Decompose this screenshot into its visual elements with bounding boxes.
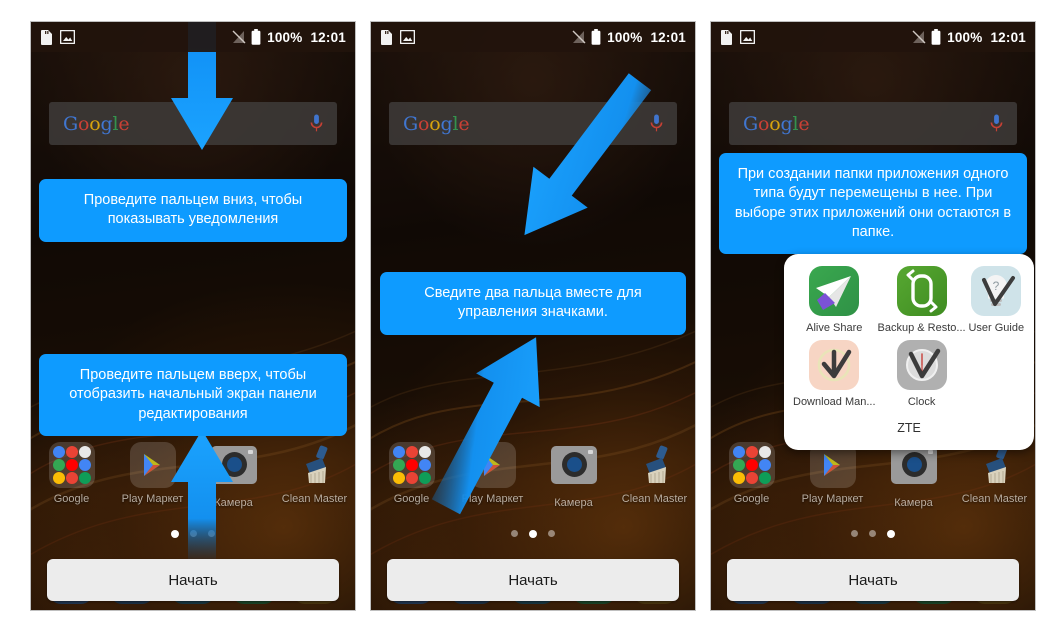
status-bar-clock: 12:01 [650, 29, 686, 45]
status-bar-left [380, 29, 415, 45]
sd-card-icon [381, 29, 392, 45]
tooltip-notifications: Проведите пальцем вниз, чтобы показывать… [39, 179, 347, 242]
arrow-down-left-icon [524, 73, 652, 236]
status-bar-clock: 12:01 [990, 29, 1026, 45]
folder-app-download-manager[interactable]: Download Man... [792, 340, 877, 408]
folder-popup: Alive Share Backup & Resto... ? User Gui… [784, 254, 1034, 450]
app-label: Play Маркет [801, 493, 864, 505]
tooltip-pinch-icons: Сведите два пальца вместе для управления… [380, 272, 686, 335]
status-bar-right: 100% 12:01 [232, 29, 346, 45]
app-clean-master[interactable]: Clean Master [954, 442, 1035, 509]
battery-full-icon [251, 29, 261, 45]
app-label: Google [53, 493, 90, 505]
arrow-up-right-icon [431, 337, 540, 515]
page-dot[interactable] [511, 530, 518, 537]
app-camera[interactable]: Камера [873, 442, 954, 509]
sd-card-icon [41, 29, 52, 45]
page-dot[interactable] [851, 530, 858, 537]
image-icon [400, 30, 415, 44]
folder-app-clock[interactable]: Clock [877, 340, 967, 408]
app-google-folder[interactable]: Google [711, 442, 792, 509]
app-label: Clean Master [621, 493, 688, 505]
folder-app-label: Download Man... [793, 396, 876, 408]
no-signal-icon [232, 30, 246, 44]
google-logo: Google [403, 112, 470, 135]
app-clean-master[interactable]: Clean Master [614, 442, 695, 509]
alive-share-icon [809, 266, 860, 316]
sd-card-icon [721, 29, 732, 45]
page-dot[interactable] [869, 530, 876, 537]
backup-restore-icon [896, 266, 947, 316]
google-search-bar[interactable]: Google [729, 102, 1017, 145]
clean-master-icon [292, 442, 338, 488]
app-label: Google [733, 493, 770, 505]
google-logo: Google [743, 112, 810, 135]
camera-icon [890, 446, 937, 492]
home-app-row: Google Play Маркет Камера Clean Master [711, 442, 1035, 509]
app-clean-master[interactable]: Clean Master [274, 442, 355, 509]
phone-screen-1: 100% 12:01 Google Google Play Маркет Кам… [31, 22, 355, 610]
battery-full-icon [591, 29, 601, 45]
app-label: Clean Master [281, 493, 348, 505]
folder-name[interactable]: ZTE [792, 408, 1026, 440]
start-button[interactable]: Начать [387, 559, 679, 601]
arrow-up-icon [171, 430, 233, 560]
tooltip-edit-panel: Проведите пальцем вверх, чтобы отобразит… [39, 354, 347, 436]
app-google-folder[interactable]: Google [31, 442, 112, 509]
app-label: Камера [894, 497, 933, 509]
battery-percent: 100% [947, 29, 983, 45]
user-guide-icon: ? [971, 266, 1022, 316]
status-bar-left [40, 29, 75, 45]
clean-master-icon [632, 442, 678, 488]
image-icon [740, 30, 755, 44]
status-bar: 100% 12:01 [371, 22, 695, 52]
download-manager-icon [809, 340, 860, 390]
app-play-store[interactable]: Play Маркет [792, 442, 873, 509]
start-button[interactable]: Начать [47, 559, 339, 601]
page-indicator [711, 530, 1035, 538]
battery-percent: 100% [607, 29, 643, 45]
screenshot-stage: 100% 12:01 Google Google Play Маркет Кам… [0, 0, 1064, 632]
page-dot[interactable] [548, 530, 555, 537]
clock-icon [896, 340, 947, 390]
google-folder-icon [728, 442, 775, 488]
status-bar-left [720, 29, 755, 45]
folder-app-empty-slot [967, 340, 1026, 408]
svg-text:?: ? [993, 279, 1000, 293]
status-bar: 100% 12:01 [31, 22, 355, 52]
app-label: Clean Master [961, 493, 1028, 505]
start-button[interactable]: Начать [727, 559, 1019, 601]
folder-app-label: Alive Share [806, 322, 863, 334]
no-signal-icon [572, 30, 586, 44]
microphone-icon[interactable] [310, 114, 323, 133]
google-folder-icon [48, 442, 95, 488]
page-dot[interactable] [887, 530, 895, 538]
status-bar: 100% 12:01 [711, 22, 1035, 52]
phone-screen-3: 100% 12:01 Google Google Play Маркет Кам… [711, 22, 1035, 610]
status-bar-right: 100% 12:01 [572, 29, 686, 45]
no-signal-icon [912, 30, 926, 44]
status-bar-right: 100% 12:01 [912, 29, 1026, 45]
folder-app-user-guide[interactable]: ? User Guide [967, 266, 1026, 334]
google-logo: Google [63, 112, 130, 135]
page-indicator [371, 530, 695, 538]
microphone-icon[interactable] [990, 114, 1003, 133]
battery-full-icon [931, 29, 941, 45]
battery-percent: 100% [267, 29, 303, 45]
folder-app-label: Clock [907, 396, 936, 408]
page-dot[interactable] [529, 530, 537, 538]
folder-app-backup-restore[interactable]: Backup & Resto... [877, 266, 967, 334]
status-bar-clock: 12:01 [310, 29, 346, 45]
folder-app-label: Backup & Resto... [877, 322, 966, 334]
tooltip-folder: При создании папки приложения одного тип… [719, 153, 1027, 255]
folder-app-label: User Guide [968, 322, 1025, 334]
folder-app-grid: Alive Share Backup & Resto... ? User Gui… [792, 266, 1026, 408]
phone-screen-2: 100% 12:01 Google Google Play Маркет Кам… [371, 22, 695, 610]
folder-app-alive-share[interactable]: Alive Share [792, 266, 877, 334]
image-icon [60, 30, 75, 44]
